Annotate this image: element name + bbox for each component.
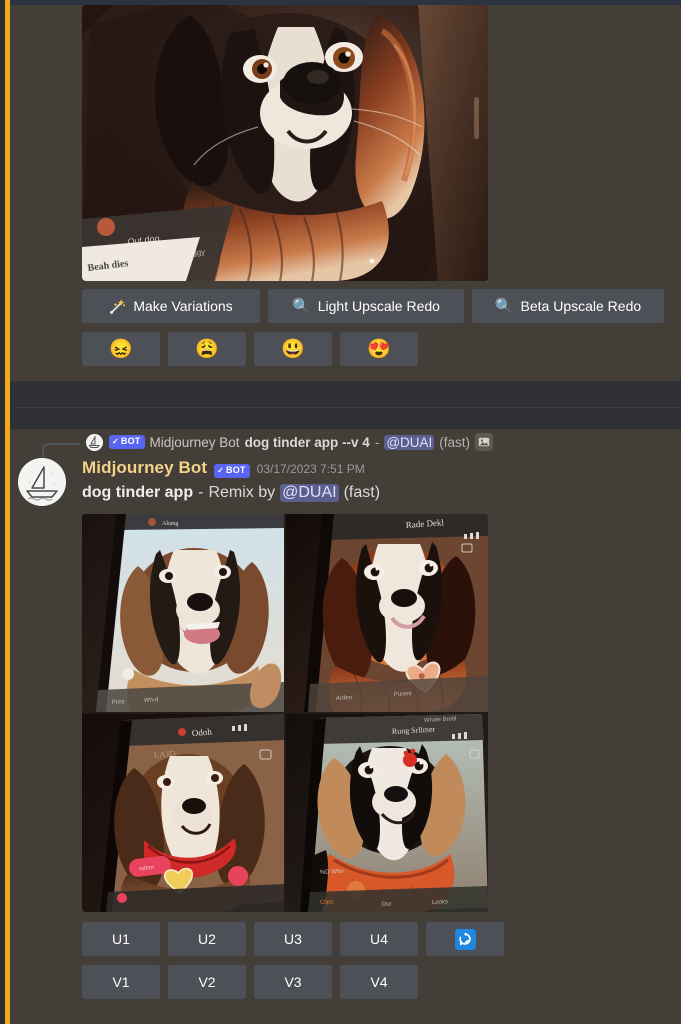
bot-badge-label: BOT: [226, 465, 246, 476]
beta-upscale-redo-button[interactable]: 🔍 Beta Upscale Redo: [472, 289, 664, 323]
variation-4-button[interactable]: V4: [340, 965, 418, 999]
variation-3-button[interactable]: V3: [254, 965, 332, 999]
reply-mention[interactable]: @DUAI: [384, 434, 435, 450]
svg-text:Dur: Dur: [382, 901, 392, 907]
svg-text:%D Wfer: %D Wfer: [320, 869, 344, 876]
message-timestamp: 03/17/2023 7:51 PM: [256, 462, 365, 476]
svg-text:Pureni: Pureni: [394, 691, 412, 698]
message-header: Midjourney Bot ✓ BOT 03/17/2023 7:51 PM: [82, 458, 365, 479]
light-upscale-redo-button[interactable]: 🔍 Light Upscale Redo: [268, 289, 464, 323]
svg-text:Akung: Akung: [162, 521, 178, 527]
svg-text:Print: Print: [112, 699, 125, 706]
light-upscale-redo-label: Light Upscale Redo: [317, 298, 440, 314]
variation-4-label: V4: [370, 974, 388, 990]
sparkle-wand-icon: [109, 298, 126, 315]
svg-text:Clips: Clips: [320, 899, 334, 906]
upscale-4-label: U4: [370, 931, 388, 947]
svg-text:Odoh: Odoh: [191, 727, 212, 738]
variation-2-button[interactable]: V2: [168, 965, 246, 999]
variation-1-label: V1: [112, 974, 130, 990]
upscaled-image[interactable]: Out dog a figgy Beah dies: [82, 5, 488, 281]
reply-avatar: [86, 434, 103, 451]
grinning-face-icon: 😃: [281, 338, 305, 360]
upscale-3-label: U3: [284, 931, 302, 947]
message-author[interactable]: Midjourney Bot: [82, 458, 207, 478]
reaction-weary-button[interactable]: 😩: [168, 332, 246, 366]
reaction-grinning-button[interactable]: 😃: [254, 332, 332, 366]
beta-upscale-redo-label: Beta Upscale Redo: [520, 298, 642, 314]
message-content: dog tinder app - Remix by @DUAI (fast): [82, 484, 380, 502]
make-variations-label: Make Variations: [133, 298, 233, 314]
check-icon: ✓: [217, 466, 225, 475]
reply-connector-line: [42, 443, 80, 457]
message-mode: (fast): [343, 484, 381, 501]
upscale-button-row: U1 U2 U3 U4: [82, 922, 504, 956]
variation-1-button[interactable]: V1: [82, 965, 160, 999]
message-dash: -: [198, 484, 204, 501]
bot-badge: ✓ BOT: [109, 435, 145, 449]
heart-eyes-face-icon: 😍: [367, 338, 391, 360]
avatar[interactable]: [18, 458, 66, 506]
svg-text:Looks: Looks: [432, 899, 448, 906]
confounded-face-icon: 😖: [109, 338, 133, 360]
upscale-1-label: U1: [112, 931, 130, 947]
reaction-confounded-button[interactable]: 😖: [82, 332, 160, 366]
upscale-2-button[interactable]: U2: [168, 922, 246, 956]
grid-image-1[interactable]: Akung Print Wh-d: [82, 514, 284, 712]
svg-text:Wh-d: Wh-d: [144, 697, 159, 704]
magnifier-icon: 🔍: [292, 297, 311, 315]
reply-author: Midjourney Bot: [149, 434, 240, 450]
grid-image-4[interactable]: Rung Srllmer Whale Bretil %D Wfer Clips …: [286, 714, 488, 912]
check-icon: ✓: [112, 436, 119, 446]
reply-prompt: dog tinder app --v 4: [244, 434, 370, 450]
discord-message-view: Out dog a figgy Beah dies Ma: [0, 0, 681, 1024]
magnifier-icon: 🔍: [494, 297, 514, 315]
image-icon: [475, 433, 494, 451]
upscale-4-button[interactable]: U4: [340, 922, 418, 956]
reply-mode: (fast): [439, 434, 471, 450]
svg-text:Arden: Arden: [336, 695, 352, 702]
grid-image-2[interactable]: Rade Dekl Arden Pureni: [286, 514, 488, 712]
bot-badge: ✓ BOT: [214, 464, 250, 479]
message-prompt: dog tinder app: [82, 484, 194, 501]
upscale-1-button[interactable]: U1: [82, 922, 160, 956]
reaction-row: 😖 😩 😃 😍: [82, 332, 418, 366]
weary-face-icon: 😩: [195, 338, 219, 360]
message-mention[interactable]: @DUAI: [280, 484, 339, 502]
variation-3-label: V3: [284, 974, 302, 990]
reroll-button[interactable]: [426, 922, 504, 956]
upscale-action-row: Make Variations 🔍 Light Upscale Redo 🔍 B…: [82, 289, 664, 323]
variation-2-label: V2: [198, 974, 216, 990]
reply-preview[interactable]: ✓ BOT Midjourney Bot dog tinder app --v …: [109, 433, 494, 451]
message-remix-label: Remix by: [208, 484, 276, 501]
upscale-3-button[interactable]: U3: [254, 922, 332, 956]
message-divider-line: [17, 407, 681, 408]
upscale-2-label: U2: [198, 931, 216, 947]
bot-badge-label: BOT: [120, 436, 141, 447]
make-variations-button[interactable]: Make Variations: [82, 289, 260, 323]
reaction-heart-eyes-button[interactable]: 😍: [340, 332, 418, 366]
reply-dash: -: [374, 434, 380, 450]
image-grid[interactable]: Akung Print Wh-d Rade Dekl Arden Pureni …: [82, 514, 488, 912]
message-separator-band: [0, 381, 681, 429]
unread-indicator-bar: [5, 0, 10, 1024]
refresh-icon: [454, 928, 476, 950]
grid-image-3[interactable]: Odoh LAJD .. mihm: [82, 714, 284, 912]
variation-button-row: V1 V2 V3 V4: [82, 965, 418, 999]
